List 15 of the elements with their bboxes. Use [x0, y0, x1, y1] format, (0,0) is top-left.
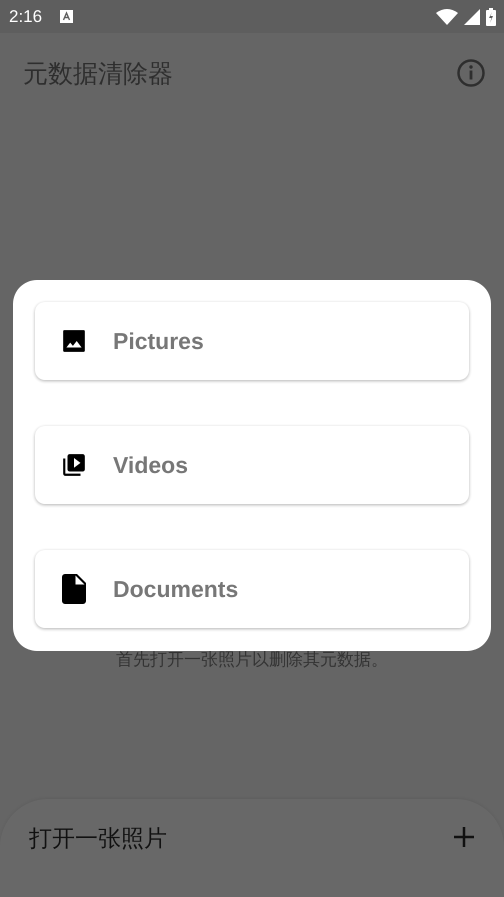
- video-library-icon: [61, 451, 87, 479]
- option-card[interactable]: Pictures: [35, 302, 469, 380]
- open-photo-bar[interactable]: 打开一张照片: [0, 799, 504, 897]
- document-icon: [62, 574, 86, 604]
- info-icon[interactable]: [456, 58, 486, 88]
- plus-icon[interactable]: [454, 827, 474, 847]
- open-photo-label[interactable]: 打开一张照片: [29, 823, 167, 854]
- option-card[interactable]: Documents: [35, 550, 469, 628]
- wifi-icon: [436, 8, 458, 24]
- option-card[interactable]: Videos: [35, 426, 469, 504]
- image-icon: [61, 328, 87, 354]
- battery-icon: [486, 8, 496, 26]
- signal-icon: [464, 8, 480, 24]
- notification-icon: [60, 10, 74, 23]
- clock-time: 2:16: [9, 6, 42, 26]
